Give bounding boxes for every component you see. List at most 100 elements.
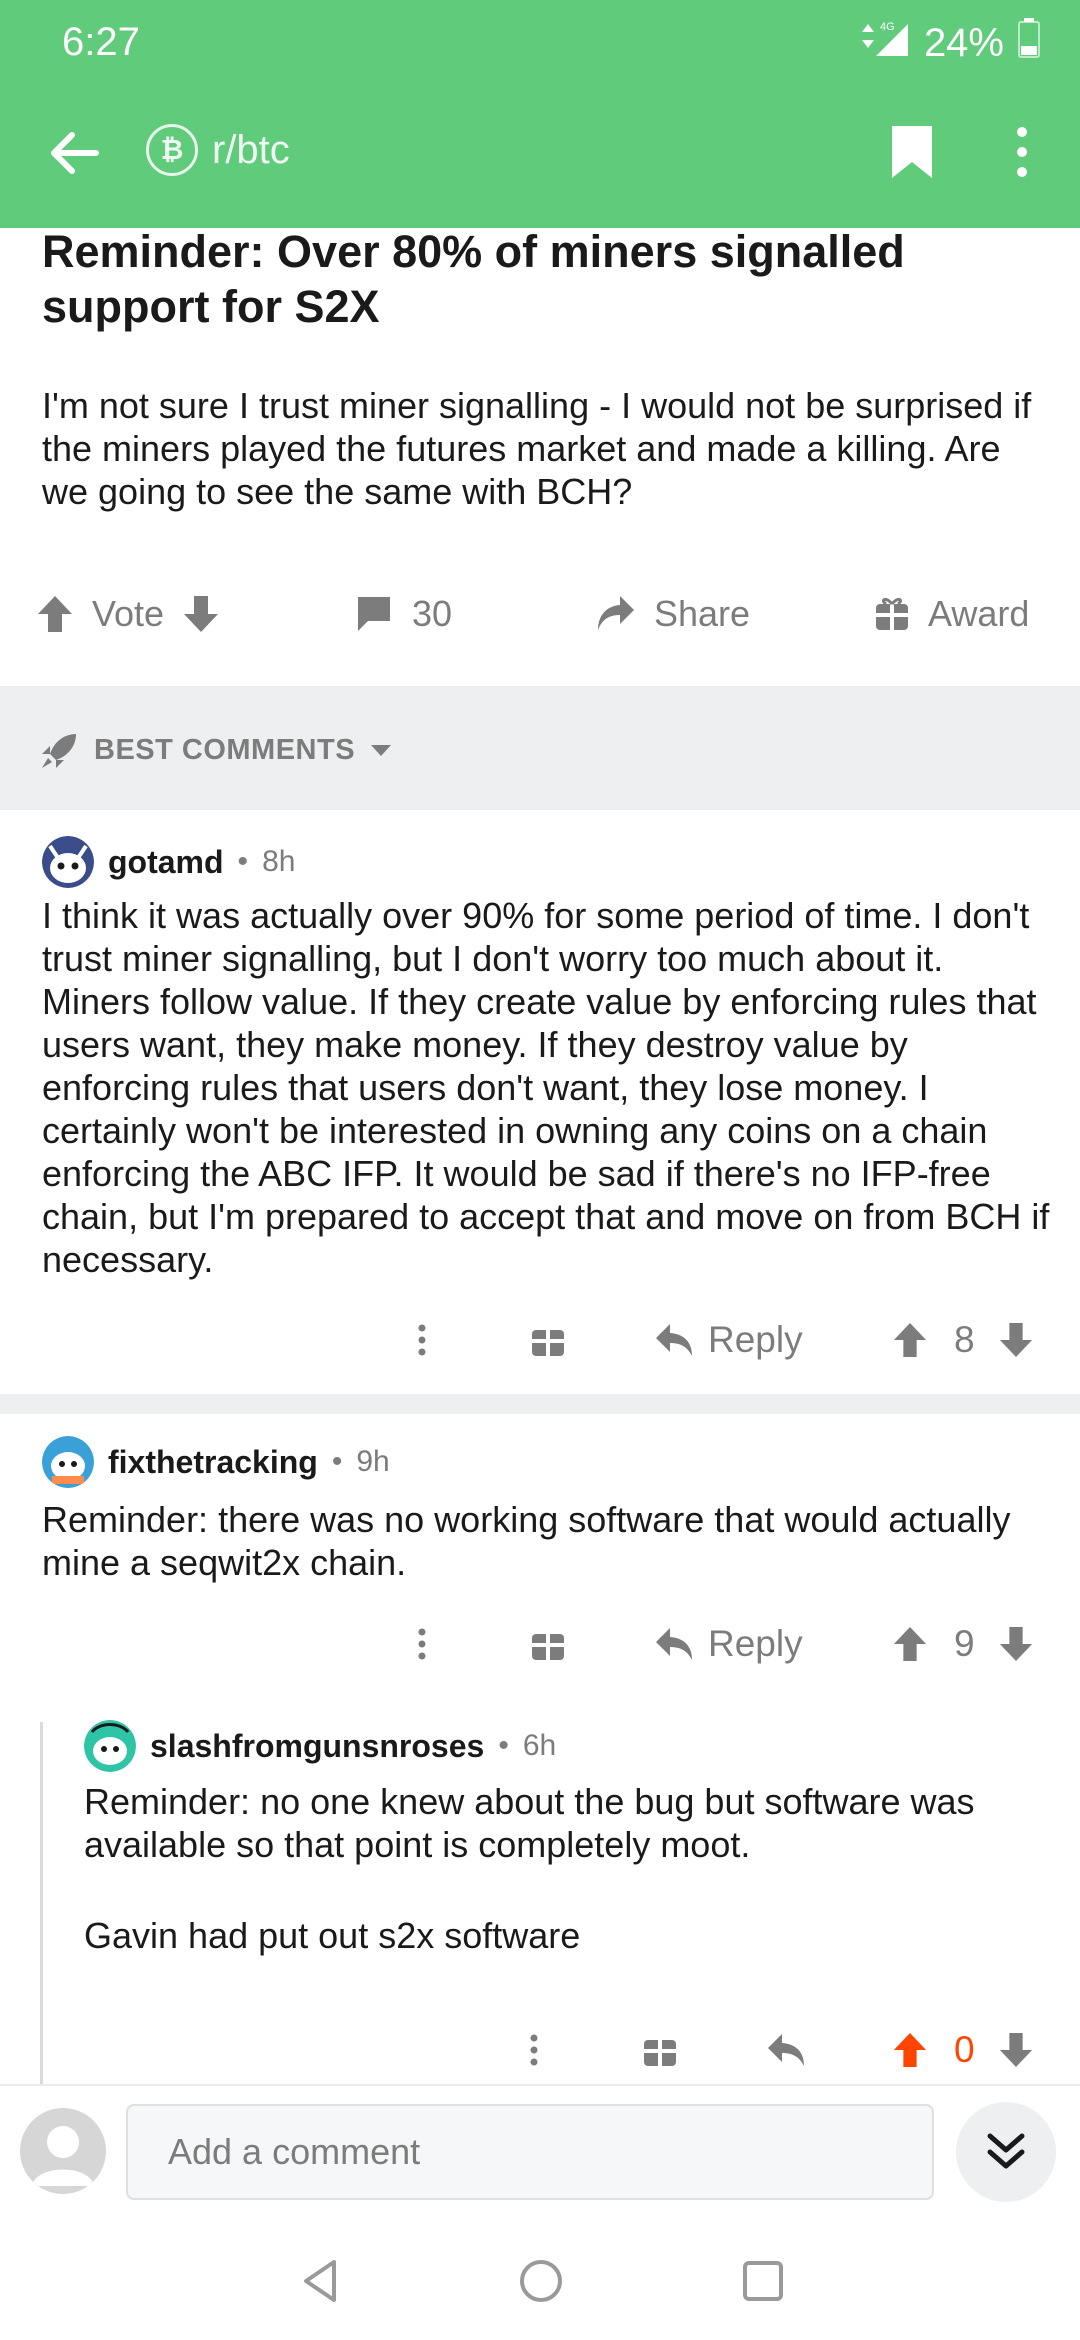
upvote-icon bbox=[893, 1322, 927, 1358]
post-body: I'm not sure I trust miner signalling - … bbox=[42, 385, 1032, 512]
award-icon bbox=[532, 1330, 564, 1356]
battery-icon bbox=[1018, 18, 1040, 68]
comment-upvote-button[interactable] bbox=[892, 1310, 928, 1370]
comment-actions: Reply 9 bbox=[0, 1614, 1080, 1674]
bitcoin-icon: ₿ bbox=[146, 124, 198, 176]
more-vert-icon bbox=[530, 2034, 538, 2066]
nav-home-icon bbox=[520, 2260, 562, 2302]
more-vert-icon bbox=[418, 1324, 426, 1356]
upvote-icon bbox=[893, 2032, 927, 2068]
reply-button[interactable]: Reply bbox=[654, 1614, 803, 1674]
comment-author[interactable]: slashfromgunsnroses bbox=[150, 1728, 484, 1765]
user-avatar[interactable] bbox=[20, 2108, 106, 2194]
comment-award-button[interactable] bbox=[530, 1310, 566, 1370]
user-avatar-icon bbox=[32, 2126, 94, 2186]
avatar[interactable] bbox=[42, 1436, 94, 1488]
downvote-button[interactable] bbox=[182, 594, 220, 634]
comment-award-button[interactable] bbox=[530, 1614, 566, 1674]
comment-time: 6h bbox=[522, 1729, 557, 1762]
comment-time: 8h bbox=[262, 845, 296, 878]
back-arrow-icon bbox=[51, 132, 99, 174]
save-post-button[interactable] bbox=[884, 122, 944, 182]
comment-author[interactable]: gotamd bbox=[108, 844, 224, 881]
comment-header: slashfromgunsnroses • 6h bbox=[84, 1720, 556, 1772]
nav-back-icon bbox=[304, 2260, 336, 2302]
collapse-comments-button[interactable] bbox=[956, 2102, 1056, 2202]
reply-label: Reply bbox=[708, 1623, 803, 1664]
more-options-button[interactable] bbox=[1004, 122, 1040, 182]
comment: fixthetracking • 9h Reminder: there was … bbox=[0, 1414, 1080, 1694]
comment-more-button[interactable] bbox=[404, 1614, 440, 1674]
downvote-icon bbox=[999, 2032, 1033, 2068]
comment-downvote-button[interactable] bbox=[998, 1310, 1034, 1370]
comment-body: Reminder: there was no working software … bbox=[42, 1499, 1011, 1583]
rocket-icon bbox=[42, 734, 76, 768]
vote-label: Vote bbox=[92, 593, 165, 634]
downvote-icon bbox=[184, 596, 219, 632]
sort-label: BEST COMMENTS bbox=[94, 733, 356, 766]
share-label: Share bbox=[654, 593, 751, 634]
avatar[interactable] bbox=[84, 1720, 136, 1772]
upvote-button[interactable] bbox=[36, 594, 74, 634]
comment-sort-bar: BEST COMMENTS bbox=[0, 686, 1080, 810]
comment-downvote-button[interactable] bbox=[998, 2020, 1034, 2080]
back-button[interactable] bbox=[46, 126, 100, 180]
more-vert-icon bbox=[1017, 127, 1027, 177]
award-icon bbox=[644, 2040, 676, 2066]
share-icon bbox=[598, 596, 634, 630]
award-button[interactable]: Award bbox=[874, 588, 1029, 640]
comment-more-button[interactable] bbox=[516, 2020, 552, 2080]
award-icon bbox=[532, 1634, 564, 1660]
award-icon bbox=[876, 597, 908, 630]
comment-reply: slashfromgunsnroses • 6h Reminder: no on… bbox=[0, 1694, 1080, 2084]
comment-more-button[interactable] bbox=[404, 1310, 440, 1370]
upvote-icon bbox=[893, 1626, 927, 1662]
more-vert-icon bbox=[418, 1628, 426, 1660]
comment-body: Reminder: no one knew about the bug but … bbox=[84, 1781, 975, 1865]
app-header: 6:27 4G 24% ₿ r/btc bbox=[0, 0, 1080, 228]
nav-recents-icon bbox=[743, 2261, 783, 2301]
comment-actions: 0 bbox=[0, 2020, 1080, 2080]
reply-icon bbox=[656, 1324, 692, 1356]
post-action-bar: Vote 30 Share Award bbox=[0, 574, 1080, 654]
comment-score: 9 bbox=[954, 1623, 975, 1664]
share-button[interactable]: Share bbox=[594, 588, 750, 640]
status-icons: 4G 24% bbox=[856, 18, 1040, 68]
reply-icon bbox=[656, 1628, 692, 1660]
comment-header: gotamd • 8h bbox=[42, 836, 295, 888]
reply-button[interactable]: Reply bbox=[654, 1310, 803, 1370]
reply-label: Reply bbox=[708, 1319, 803, 1360]
vote-group: Vote bbox=[36, 588, 220, 640]
avatar[interactable] bbox=[42, 836, 94, 888]
chevron-double-down-icon bbox=[987, 2133, 1025, 2169]
meta-separator: • bbox=[331, 1445, 343, 1478]
caret-down-icon bbox=[371, 745, 392, 756]
subreddit-link[interactable]: ₿ r/btc bbox=[146, 124, 290, 176]
comment-time: 9h bbox=[356, 1445, 390, 1478]
downvote-icon bbox=[999, 1322, 1033, 1358]
battery-text: 24% bbox=[923, 20, 1004, 65]
network-icon: 4G bbox=[856, 18, 910, 68]
comments-button[interactable]: 30 bbox=[354, 588, 452, 640]
add-comment-input[interactable] bbox=[126, 2104, 934, 2200]
upvote-icon bbox=[38, 596, 72, 632]
comment-body: I think it was actually over 90% for som… bbox=[42, 895, 1050, 1280]
comment-divider bbox=[0, 1394, 1080, 1414]
meta-separator: • bbox=[237, 845, 249, 878]
nav-home-button[interactable] bbox=[516, 2256, 566, 2306]
comment-upvote-button[interactable] bbox=[892, 2020, 928, 2080]
meta-separator: • bbox=[498, 1729, 509, 1762]
sort-selector[interactable]: BEST COMMENTS bbox=[40, 730, 393, 770]
comment-header: fixthetracking • 9h bbox=[42, 1436, 390, 1488]
comment-actions: Reply 8 bbox=[0, 1310, 1080, 1370]
comment-author[interactable]: fixthetracking bbox=[108, 1444, 318, 1481]
post-title: Reminder: Over 80% of miners signalled s… bbox=[42, 226, 905, 332]
nav-back-button[interactable] bbox=[296, 2256, 346, 2306]
reply-button[interactable] bbox=[766, 2020, 806, 2080]
nav-recents-button[interactable] bbox=[738, 2256, 788, 2306]
bookmark-icon bbox=[892, 126, 932, 178]
comment-upvote-button[interactable] bbox=[892, 1614, 928, 1674]
comment-count: 30 bbox=[412, 593, 453, 634]
comment-award-button[interactable] bbox=[642, 2020, 678, 2080]
comment-downvote-button[interactable] bbox=[998, 1614, 1034, 1674]
